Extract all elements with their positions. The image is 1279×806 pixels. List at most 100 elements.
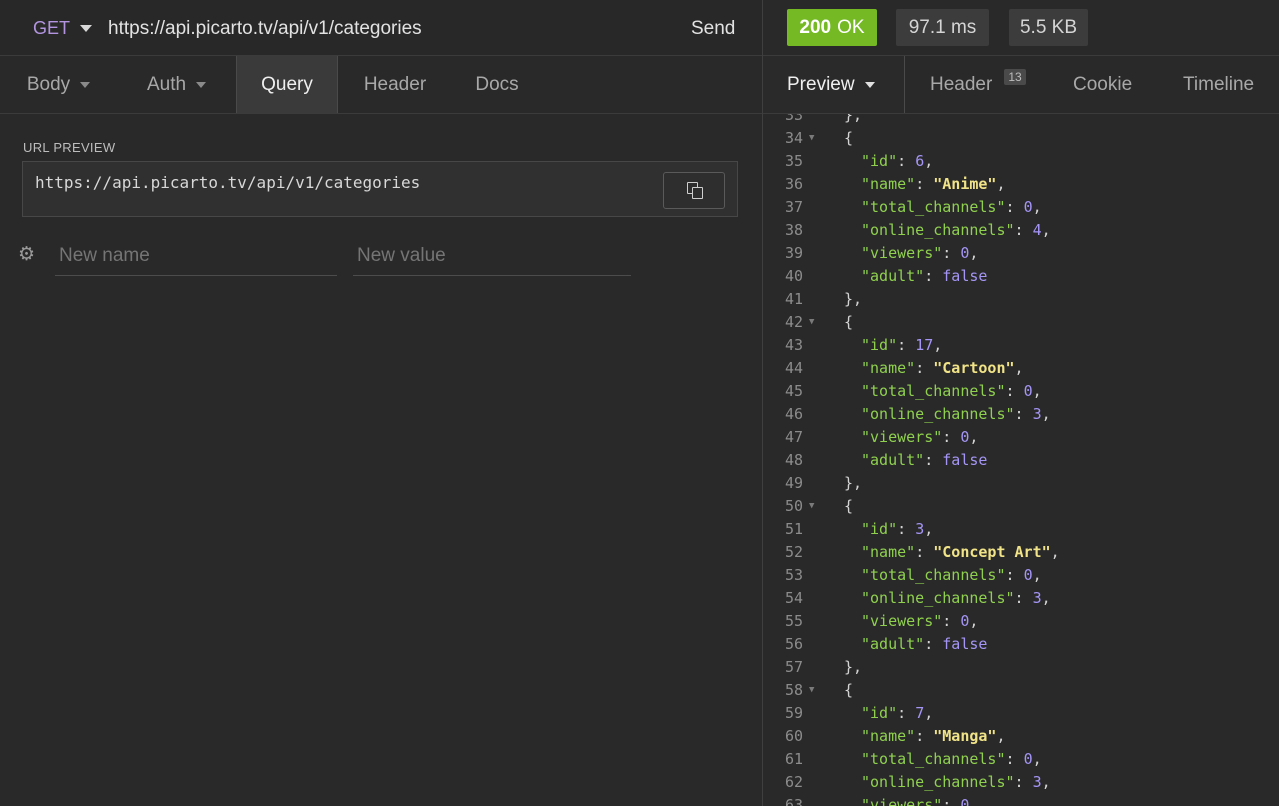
tab-header[interactable]: Header — [338, 56, 452, 113]
tab-docs[interactable]: Docs — [452, 56, 542, 113]
code-line: 51 "id": 3, — [763, 518, 1279, 541]
line-number: 49 — [784, 474, 803, 492]
tab-cookie[interactable]: Cookie — [1073, 56, 1132, 113]
code-token: }, — [844, 290, 863, 308]
tab-label: Header — [930, 73, 993, 95]
tab-label: Preview — [787, 73, 855, 95]
fold-toggle-icon[interactable]: ▼ — [809, 127, 814, 150]
code-token: "name" — [861, 727, 916, 745]
code-token: "total_channels" — [861, 750, 1006, 768]
tab-query[interactable]: Query — [236, 56, 338, 113]
line-number: 52 — [784, 543, 803, 561]
gear-icon[interactable]: ⚙ — [18, 245, 35, 264]
code-line: 37 "total_channels": 0, — [763, 196, 1279, 219]
code-token: false — [942, 635, 988, 653]
code-token: "viewers" — [861, 612, 943, 630]
tab-timeline[interactable]: Timeline — [1183, 56, 1254, 113]
line-number: 43 — [784, 336, 803, 354]
param-name-input[interactable] — [55, 236, 337, 275]
code-token: 0 — [1023, 198, 1033, 216]
code-token: 3 — [1032, 405, 1042, 423]
response-body-viewer[interactable]: 33}, 34 ▼{35 "id": 6, 36 "name": "Anime", 37 "t… — [763, 114, 1279, 806]
code-token: }, — [844, 658, 863, 676]
line-number: 40 — [784, 267, 803, 285]
response-size-badge: 5.5 KB — [1009, 9, 1088, 46]
code-token: 3 — [1032, 589, 1042, 607]
code-text: "total_channels": 0, — [861, 564, 1042, 587]
code-line: 61 "total_channels": 0, — [763, 748, 1279, 771]
chevron-down-icon — [864, 81, 875, 88]
code-line: 40 "adult": false — [763, 265, 1279, 288]
line-number: 41 — [784, 290, 803, 308]
code-line: 58 ▼ { — [763, 679, 1279, 702]
request-tabs: Body Auth Query Header Docs — [0, 56, 762, 114]
fold-toggle-icon[interactable]: ▼ — [809, 679, 814, 702]
code-token: , — [996, 727, 1006, 745]
fold-toggle-icon[interactable]: ▼ — [809, 495, 814, 518]
code-line: 63 "viewers": 0, — [763, 794, 1279, 806]
fold-toggle-icon[interactable]: ▼ — [809, 311, 814, 334]
param-value-input[interactable] — [353, 236, 631, 275]
tab-response-header[interactable]: Header 13 — [930, 56, 1026, 113]
tab-auth[interactable]: Auth — [117, 56, 236, 113]
tab-label: Header — [363, 73, 427, 95]
tab-body[interactable]: Body — [0, 56, 117, 113]
code-text: }, — [844, 114, 862, 127]
response-tabs: Preview Header 13 Cookie Timeline — [763, 56, 1279, 114]
line-number: 33 — [784, 114, 803, 124]
code-line: 38 "online_channels": 4, — [763, 219, 1279, 242]
code-token: false — [942, 267, 988, 285]
code-token: "total_channels" — [861, 382, 1006, 400]
code-token: "Concept Art" — [933, 543, 1051, 561]
code-line: 54 "online_channels": 3, — [763, 587, 1279, 610]
code-token: "total_channels" — [861, 198, 1006, 216]
line-number: 55 — [784, 612, 803, 630]
code-token: : — [897, 704, 916, 722]
tab-label: Timeline — [1183, 73, 1255, 95]
code-token: "total_channels" — [861, 566, 1006, 584]
send-button[interactable]: Send — [691, 18, 735, 40]
line-number: 63 — [784, 796, 803, 806]
method-dropdown[interactable]: GET — [33, 18, 93, 39]
code-token: , — [969, 244, 979, 262]
code-token: , — [1032, 750, 1042, 768]
tab-preview[interactable]: Preview — [763, 56, 905, 113]
code-text: "id": 7, — [861, 702, 933, 725]
code-text: "online_channels": 3, — [861, 587, 1051, 610]
code-token: "viewers" — [861, 796, 943, 806]
chevron-down-icon — [80, 81, 91, 88]
code-token: "adult" — [861, 451, 925, 469]
code-token: "online_channels" — [861, 589, 1015, 607]
code-line: 35 "id": 6, — [763, 150, 1279, 173]
line-number: 59 — [784, 704, 803, 722]
code-token: : — [1005, 750, 1024, 768]
line-number: 46 — [784, 405, 803, 423]
code-token: "Anime" — [933, 175, 997, 193]
code-token: , — [1050, 543, 1060, 561]
method-label: GET — [33, 18, 71, 38]
line-number: 57 — [784, 658, 803, 676]
code-line: 52 "name": "Concept Art", — [763, 541, 1279, 564]
code-token: }, — [844, 114, 863, 124]
code-text: "name": "Anime", — [861, 173, 1006, 196]
code-token: 0 — [1023, 382, 1033, 400]
copy-button[interactable] — [663, 172, 725, 209]
line-number: 51 — [784, 520, 803, 538]
code-token: 4 — [1032, 221, 1042, 239]
line-number: 62 — [784, 773, 803, 791]
code-line: 57}, — [763, 656, 1279, 679]
code-token: 0 — [1023, 750, 1033, 768]
code-text: "online_channels": 4, — [861, 219, 1051, 242]
code-line: 53 "total_channels": 0, — [763, 564, 1279, 587]
param-name-field — [55, 236, 337, 276]
code-token: : — [1014, 221, 1033, 239]
code-token: : — [1014, 405, 1033, 423]
code-token: , — [1014, 359, 1024, 377]
code-token: , — [969, 796, 979, 806]
code-token: : — [915, 727, 934, 745]
url-input[interactable]: https://api.picarto.tv/api/v1/categories — [108, 18, 422, 40]
code-token: "adult" — [861, 635, 925, 653]
code-token: "Cartoon" — [933, 359, 1015, 377]
code-text: "id": 3, — [861, 518, 933, 541]
code-line: 39 "viewers": 0, — [763, 242, 1279, 265]
